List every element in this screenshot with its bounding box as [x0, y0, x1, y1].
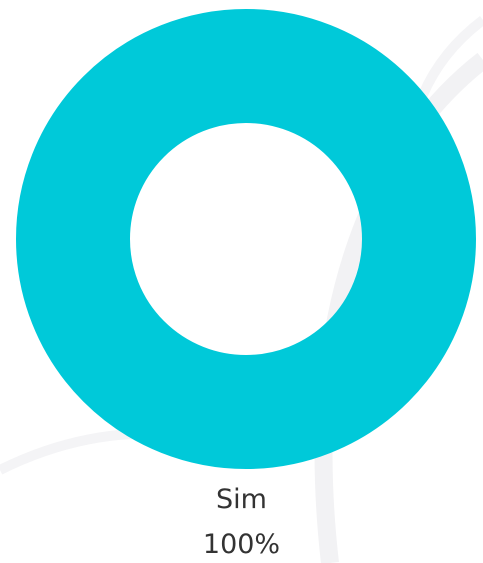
donut-chart [16, 9, 476, 469]
donut-slice-sim[interactable] [16, 9, 476, 469]
slice-value-sim: 100% [202, 529, 281, 560]
slice-label-sim: Sim [216, 484, 267, 515]
chart-area: Sim 100% [0, 0, 483, 563]
